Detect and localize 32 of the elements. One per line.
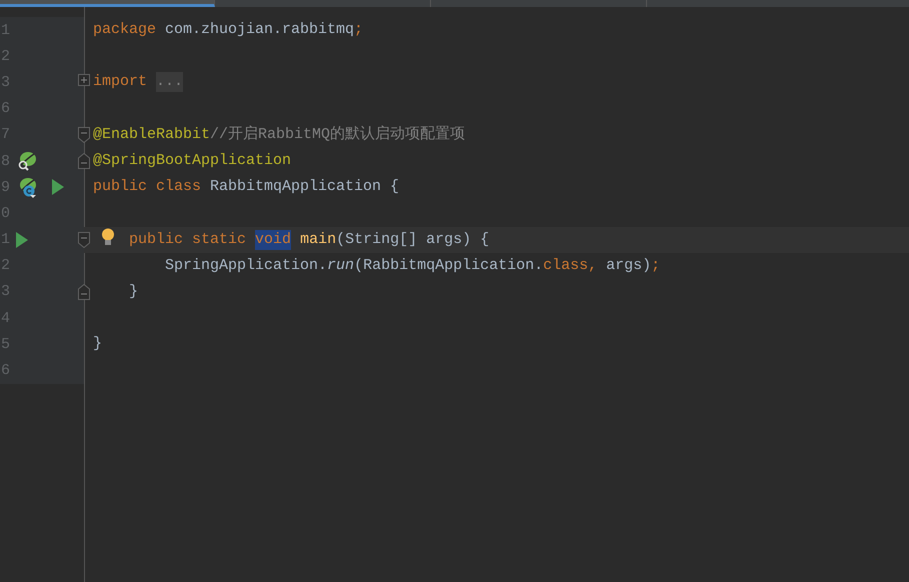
collapse-fold-icon[interactable] xyxy=(78,232,90,248)
code-text: (String[] args) { xyxy=(336,230,490,250)
bean-search-icon[interactable] xyxy=(16,150,38,172)
keyword-text: public class xyxy=(93,177,202,198)
keyword-text: import xyxy=(93,72,148,92)
code-text: RabbitmqApplication { xyxy=(210,177,400,198)
editor-tab[interactable] xyxy=(0,0,215,7)
run-icon[interactable] xyxy=(16,232,28,248)
keyword-text: ; xyxy=(651,256,660,276)
annotation-text: @SpringBootApplication xyxy=(93,151,292,172)
keyword-text: package xyxy=(93,20,158,40)
code-text: SpringApplication. xyxy=(165,256,328,276)
expand-fold-icon[interactable] xyxy=(78,74,90,86)
keyword-text: class, xyxy=(543,256,598,276)
fold-end-icon[interactable] xyxy=(78,284,90,300)
collapse-fold-icon[interactable] xyxy=(78,126,90,143)
code-text: args) xyxy=(606,256,652,276)
folded-code: ... xyxy=(156,72,184,92)
code-text: } xyxy=(93,334,102,354)
method-name: main xyxy=(300,230,336,250)
run-icon[interactable] xyxy=(52,179,64,196)
annotation-text: @EnableRabbit xyxy=(93,124,210,145)
selected-text: void xyxy=(255,230,292,250)
code-text: (RabbitmqApplication. xyxy=(354,256,544,276)
comment-text: //开启RabbitMQ的默认启动项配置项 xyxy=(210,124,466,145)
keyword-text: public static xyxy=(129,230,248,250)
fold-end-icon[interactable] xyxy=(78,152,90,169)
lightbulb-icon[interactable] xyxy=(101,228,115,246)
code-text: } xyxy=(129,282,138,302)
method-call: run xyxy=(327,256,354,276)
keyword-text: ; xyxy=(354,20,364,40)
code-text: com.zhuojian.rabbitmq xyxy=(165,20,354,40)
